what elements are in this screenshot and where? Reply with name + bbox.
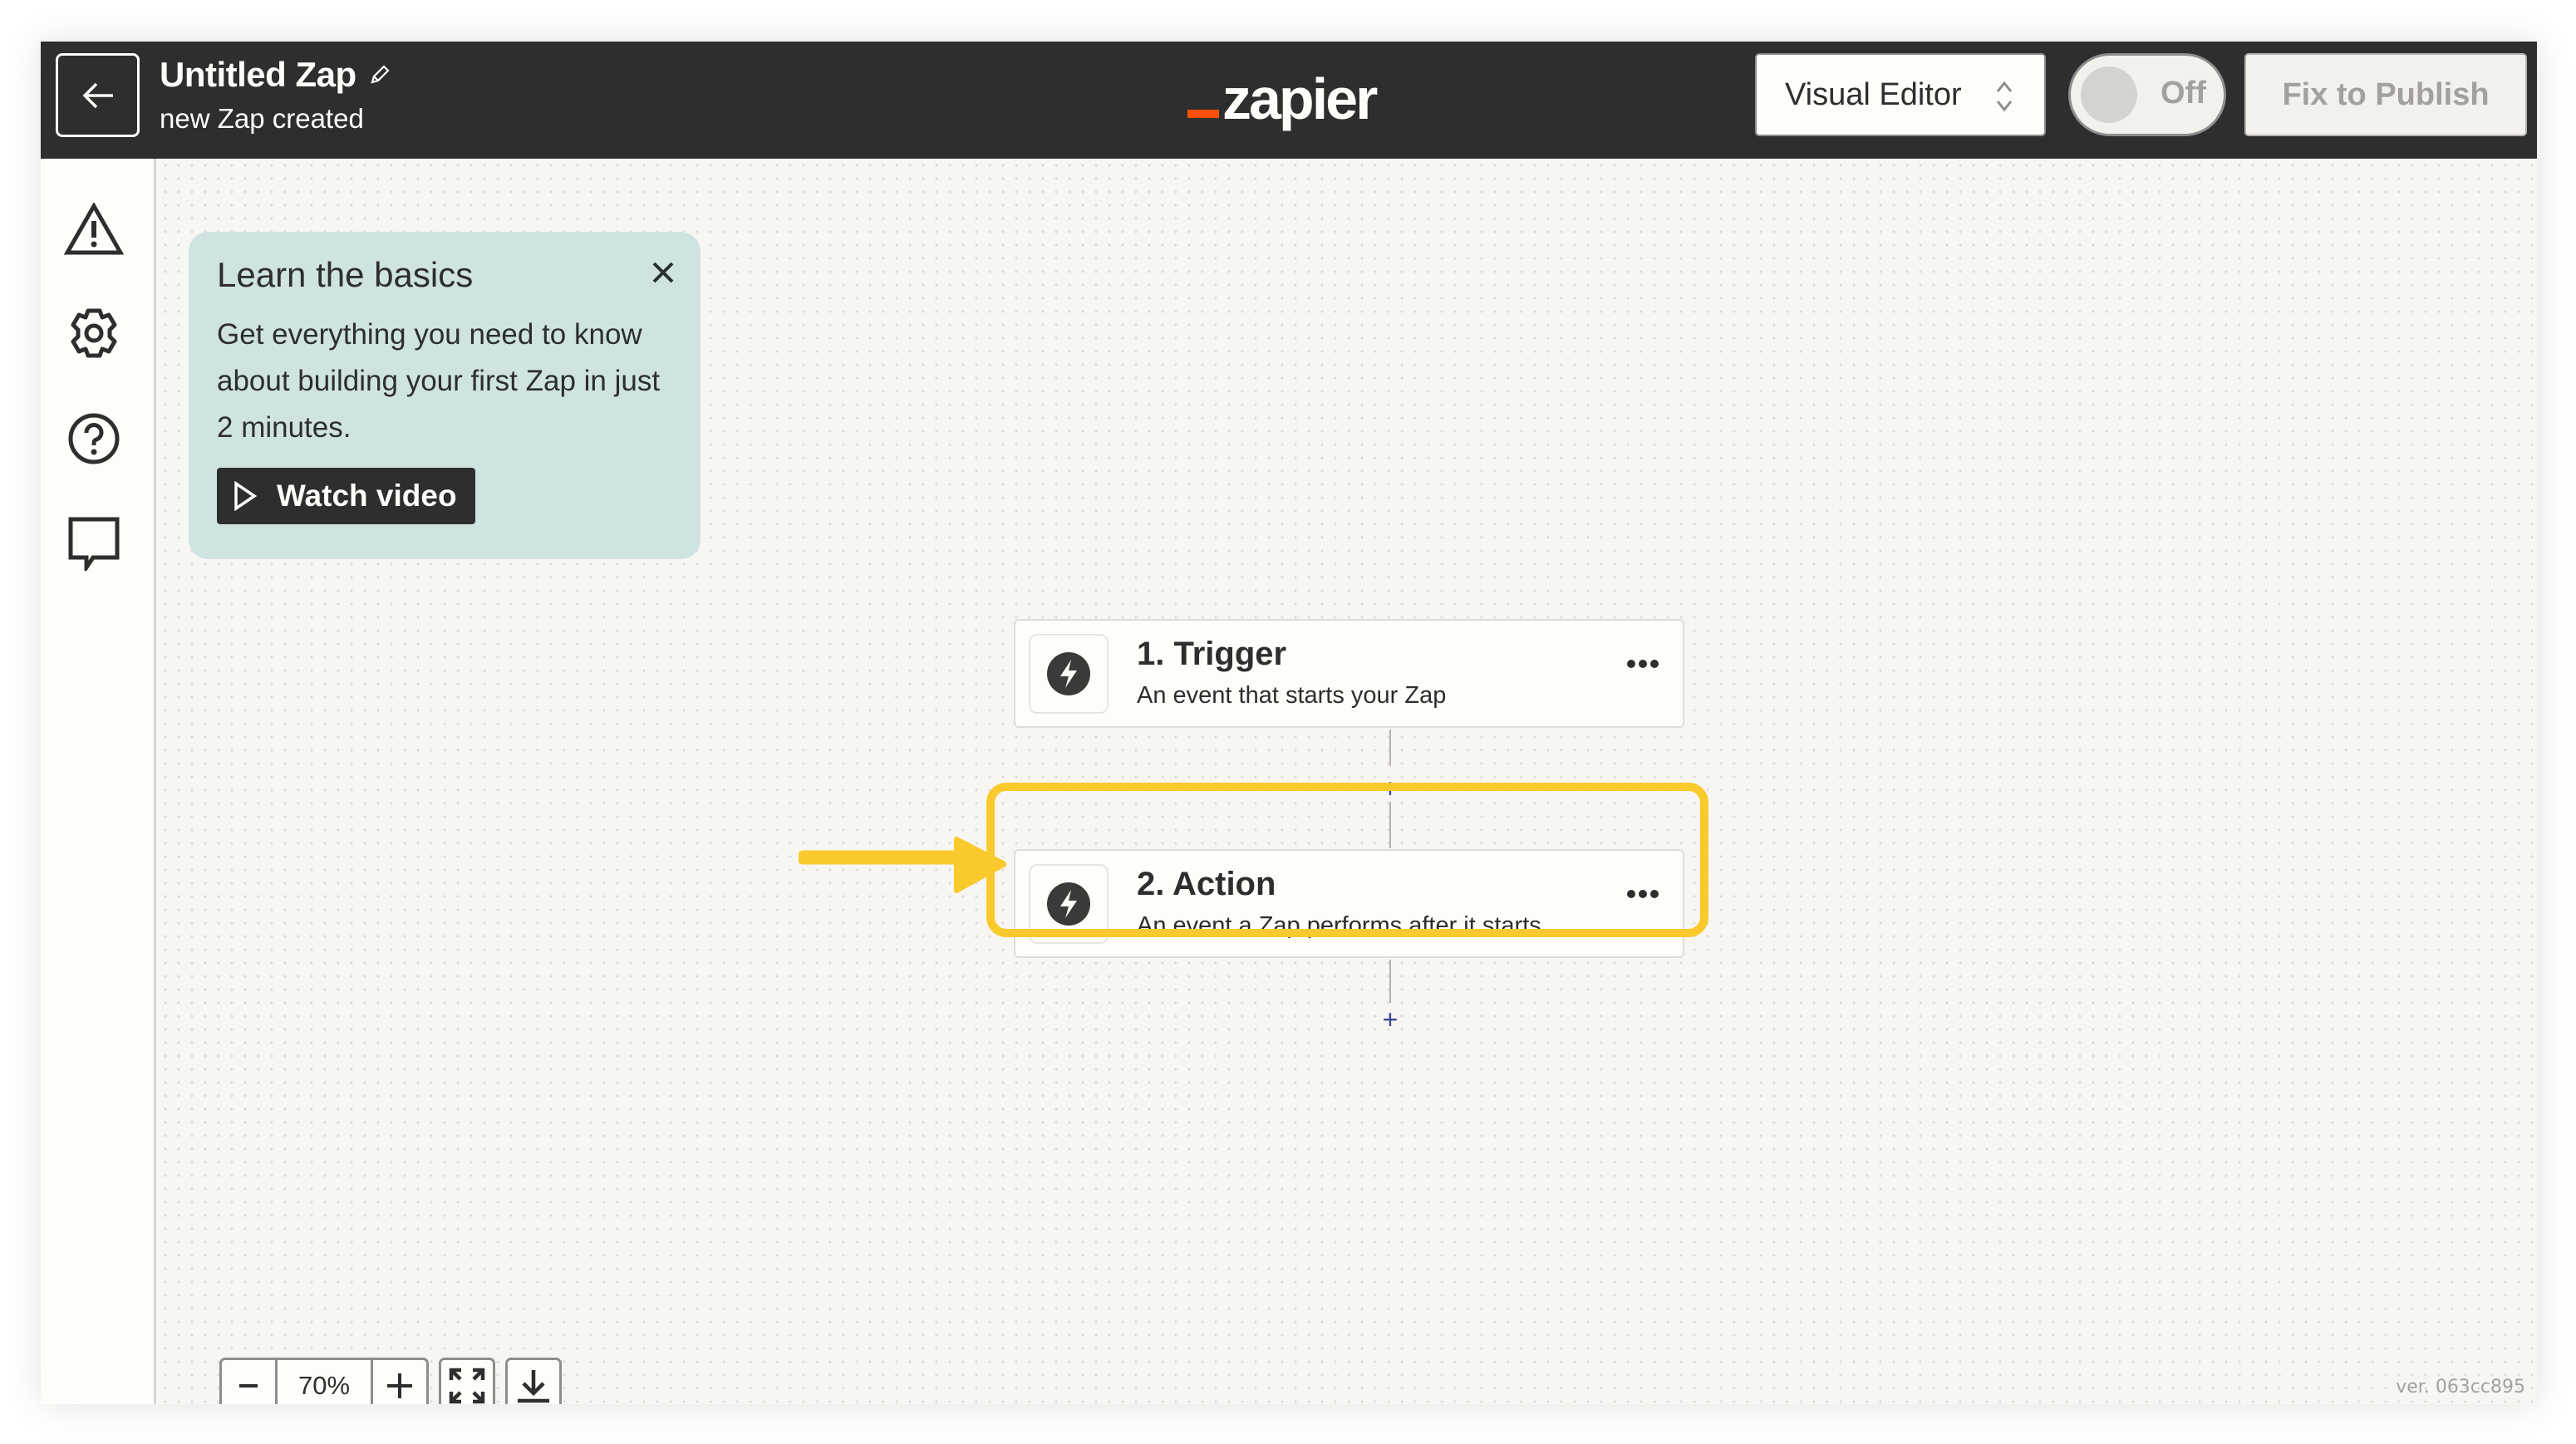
version-label: ver. 063cc895 — [2396, 1377, 2525, 1397]
fit-to-screen-button[interactable] — [439, 1358, 495, 1404]
watch-video-label: Watch video — [277, 479, 457, 513]
close-icon[interactable] — [651, 260, 676, 285]
editor-mode-select[interactable]: Visual Editor — [1755, 53, 2046, 136]
play-icon — [234, 481, 257, 511]
pencil-icon[interactable] — [368, 63, 391, 86]
more-horizontal-icon[interactable] — [1626, 889, 1659, 899]
logo-accent-bar — [1187, 110, 1219, 118]
arrow-right-icon — [799, 837, 1006, 893]
left-sidebar — [41, 159, 156, 1404]
zoom-out-button[interactable] — [222, 1360, 275, 1404]
zoom-controls: 70% — [219, 1358, 562, 1404]
step-app-icon — [1029, 864, 1109, 944]
sidebar-item-comments[interactable] — [62, 512, 125, 575]
learn-card-title: Learn the basics — [217, 255, 474, 294]
sidebar-item-warnings[interactable] — [62, 198, 125, 261]
fix-to-publish-button[interactable]: Fix to Publish — [2244, 53, 2527, 136]
more-horizontal-icon[interactable] — [1626, 659, 1659, 669]
arrow-left-icon — [82, 82, 113, 108]
minus-icon — [239, 1384, 258, 1388]
zap-on-off-toggle[interactable]: Off — [2068, 53, 2226, 136]
logo-text: zapier — [1222, 66, 1378, 131]
chevron-up-down-icon — [1996, 81, 2013, 112]
zap-title-text: Untitled Zap — [160, 55, 356, 94]
learn-basics-card: Learn the basics Get everything you need… — [189, 232, 701, 559]
add-step-button[interactable]: + — [1378, 775, 1403, 802]
bolt-icon — [1047, 882, 1090, 926]
sidebar-item-settings[interactable] — [62, 302, 125, 365]
toggle-label: Off — [2161, 76, 2206, 111]
step-description: An event that starts your Zap — [1137, 682, 1447, 709]
comment-icon — [68, 517, 120, 571]
zoom-level: 70% — [275, 1360, 373, 1404]
back-button[interactable] — [56, 53, 140, 137]
step-app-icon — [1029, 634, 1109, 714]
sidebar-item-help[interactable] — [62, 407, 125, 470]
zoom-group: 70% — [219, 1358, 429, 1404]
editor-mode-value: Visual Editor — [1785, 76, 1962, 112]
step-card-trigger[interactable]: 1. Trigger An event that starts your Zap — [1014, 619, 1684, 728]
download-icon — [518, 1370, 549, 1403]
connector-line — [1389, 960, 1391, 1003]
plus-icon — [387, 1373, 412, 1398]
gear-icon — [71, 308, 117, 358]
top-bar: Untitled Zap new Zap created zapier Visu… — [41, 42, 2537, 159]
help-icon — [68, 413, 120, 464]
step-card-action[interactable]: 2. Action An event a Zap performs after … — [1014, 849, 1684, 958]
toggle-knob — [2081, 66, 2137, 123]
connector-line — [1389, 729, 1391, 766]
zap-title[interactable]: Untitled Zap — [160, 55, 391, 95]
zapier-logo: zapier — [1187, 61, 1378, 136]
bolt-icon — [1047, 652, 1090, 695]
step-title: 1. Trigger — [1137, 636, 1287, 672]
zoom-in-button[interactable] — [373, 1360, 426, 1404]
zap-status: new Zap created — [160, 103, 364, 134]
add-step-button[interactable]: + — [1378, 1006, 1403, 1033]
step-description: An event a Zap performs after it starts — [1137, 912, 1541, 939]
watch-video-button[interactable]: Watch video — [217, 468, 475, 524]
zap-editor-window: Untitled Zap new Zap created zapier Visu… — [41, 42, 2537, 1404]
step-title: 2. Action — [1137, 866, 1276, 902]
download-button[interactable] — [505, 1358, 562, 1404]
zap-canvas[interactable]: Learn the basics Get everything you need… — [159, 159, 2537, 1404]
connector-line — [1389, 802, 1391, 848]
learn-card-body: Get everything you need to know about bu… — [217, 318, 661, 444]
warning-icon — [64, 203, 124, 255]
fit-screen-icon — [449, 1368, 485, 1404]
